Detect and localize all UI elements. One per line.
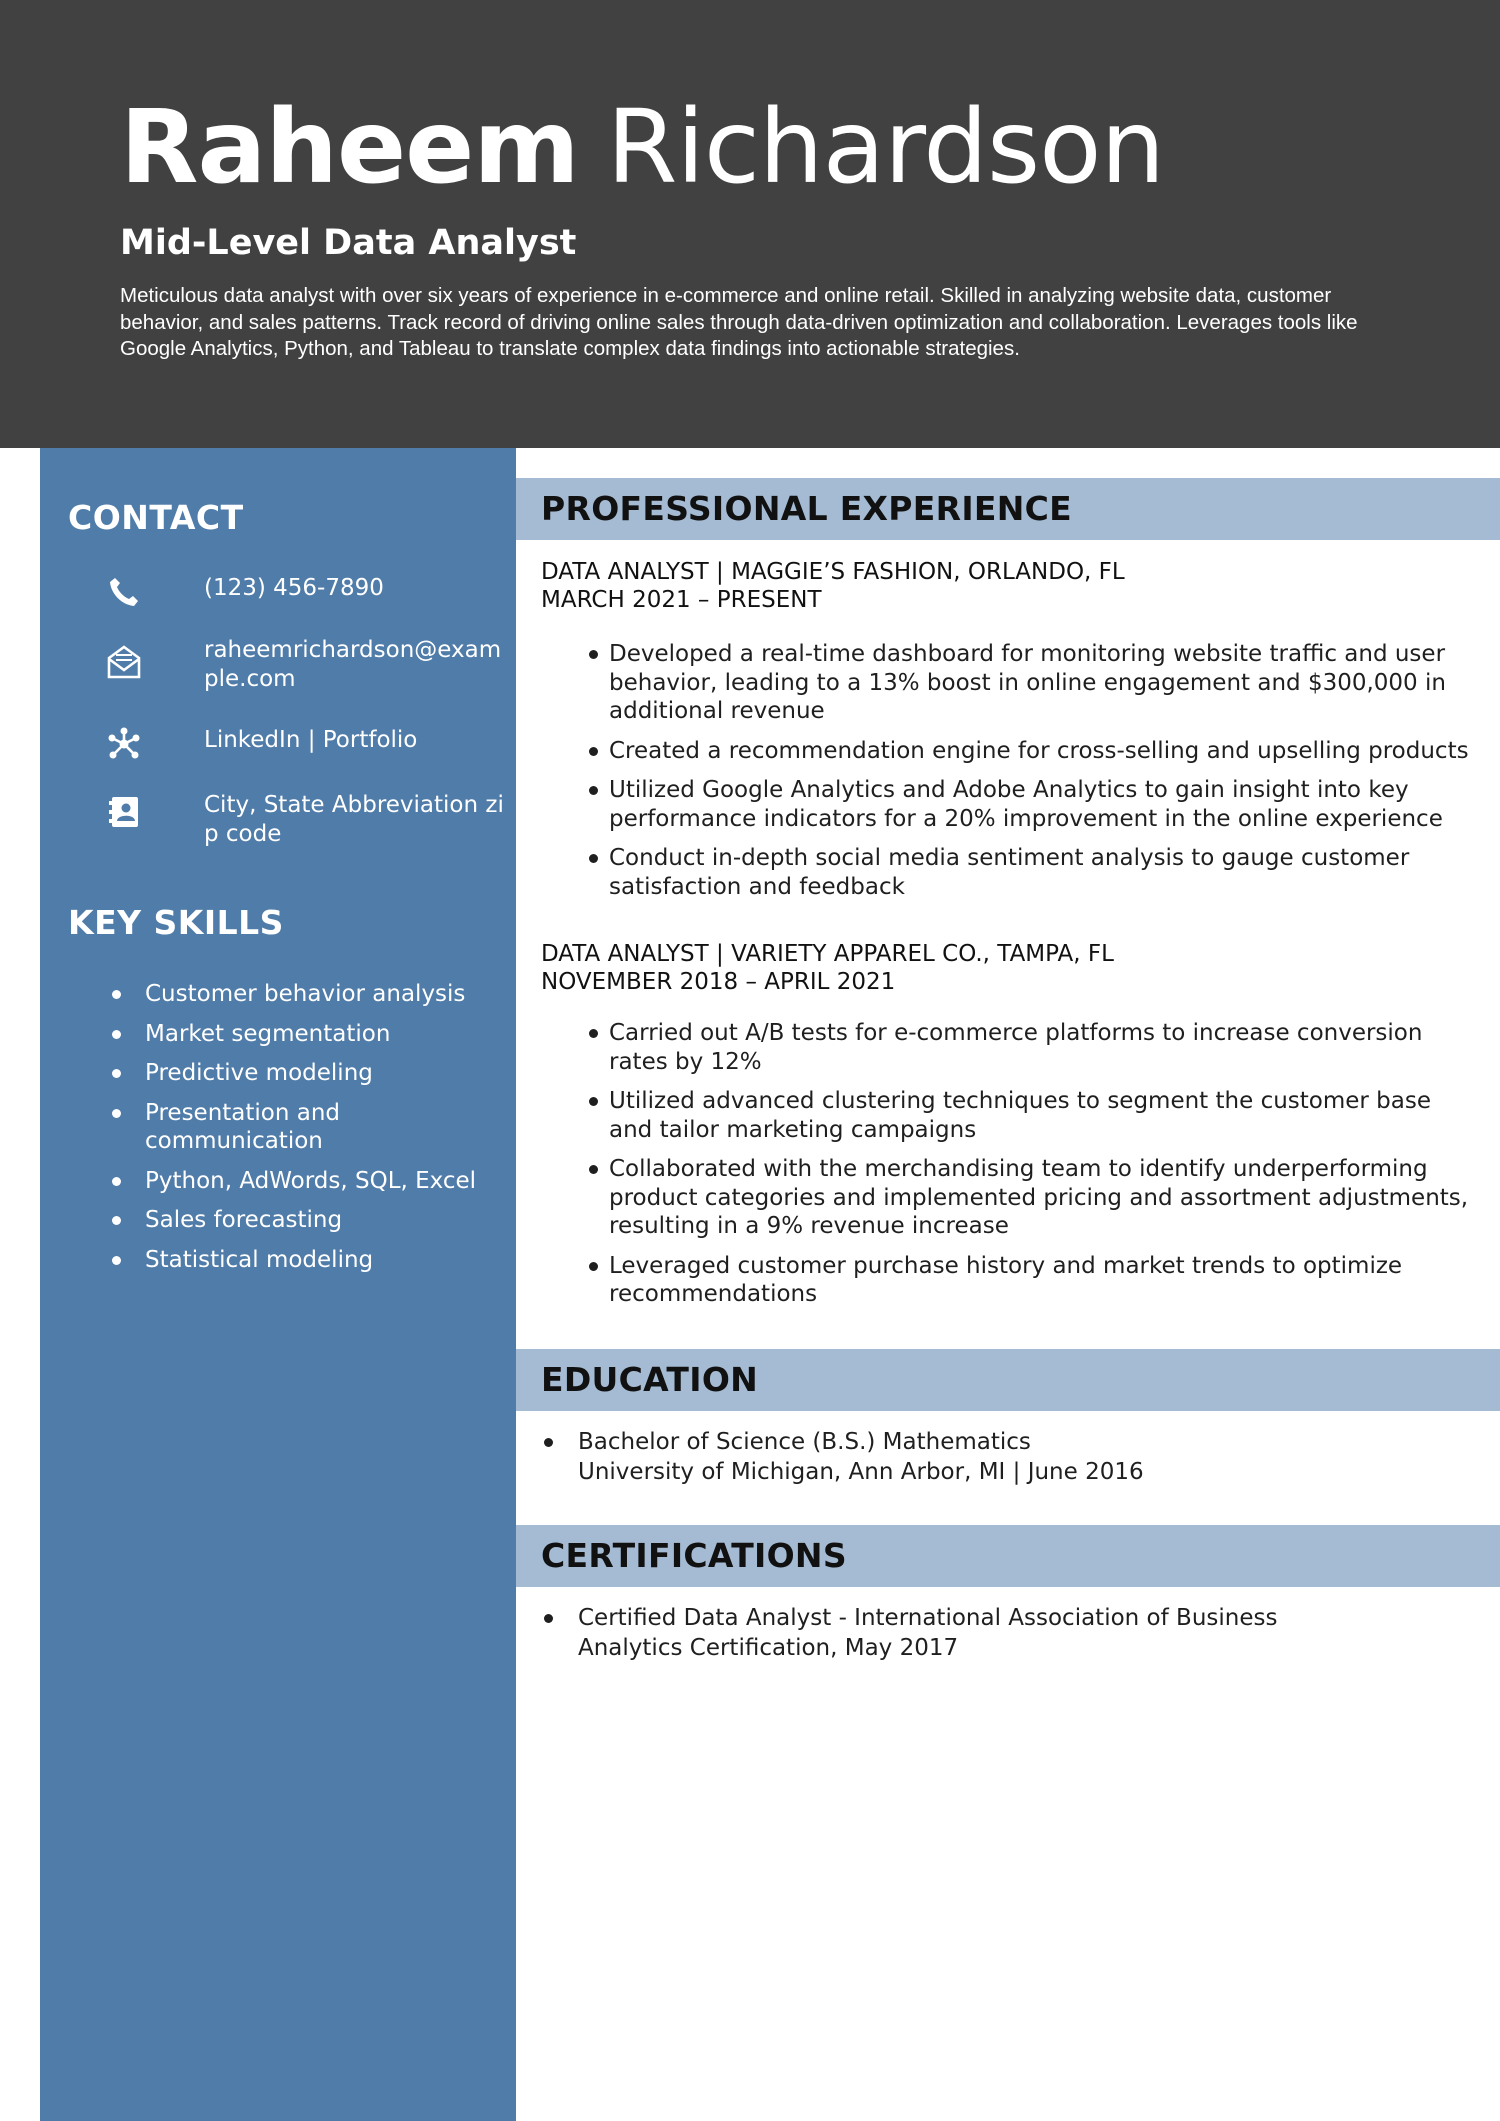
job-bullets: Carried out A/B tests for e-commerce pla… xyxy=(541,1019,1481,1320)
sidebar: CONTACT (123) 456-7890 raheemrichardson@… xyxy=(40,448,516,2121)
skill-item: Python, AdWords, SQL, Excel xyxy=(110,1167,490,1196)
professional-summary: Meticulous data analyst with over six ye… xyxy=(120,284,1358,360)
job-bullets: Developed a real-time dashboard for moni… xyxy=(541,640,1481,912)
job-bullet: Utilized advanced clustering techniques … xyxy=(541,1087,1481,1144)
job-bullet: Collaborated with the merchandising team… xyxy=(541,1155,1481,1241)
phone-number: (123) 456-7890 xyxy=(204,575,384,601)
skill-item: Sales forecasting xyxy=(110,1206,490,1235)
degree: Bachelor of Science (B.S.) Mathematics xyxy=(578,1429,1031,1455)
address-text: City, State Abbreviation zip code xyxy=(204,792,504,847)
job-bullet: Leveraged customer purchase history and … xyxy=(541,1252,1481,1309)
education-section-bar: EDUCATION xyxy=(516,1349,1500,1411)
job-title-company: DATA ANALYST | VARIETY APPAREL CO., TAMP… xyxy=(541,941,1114,967)
certifications-section-bar: CERTIFICATIONS xyxy=(516,1525,1500,1587)
job-bullet: Carried out A/B tests for e-commerce pla… xyxy=(541,1019,1481,1076)
skill-item: Presentation and communication xyxy=(110,1099,490,1156)
job-header: DATA ANALYST | MAGGIE’S FASHION, ORLANDO… xyxy=(541,558,1481,614)
job-bullet: Created a recommendation engine for cros… xyxy=(541,737,1481,766)
experience-section-bar: PROFESSIONAL EXPERIENCE xyxy=(516,478,1500,540)
skill-item: Market segmentation xyxy=(110,1020,490,1049)
envelope-icon xyxy=(107,645,141,679)
job-dates: MARCH 2021 – PRESENT xyxy=(541,587,822,613)
phone-icon xyxy=(110,578,138,606)
contact-heading: CONTACT xyxy=(68,498,244,537)
skills-list: Customer behavior analysis Market segmen… xyxy=(110,980,490,1285)
education-item: Bachelor of Science (B.S.) Mathematics U… xyxy=(541,1427,1481,1487)
job-bullet: Utilized Google Analytics and Adobe Anal… xyxy=(541,776,1481,833)
job-bullet: Developed a real-time dashboard for moni… xyxy=(541,640,1481,726)
school: University of Michigan, Ann Arbor, MI | … xyxy=(578,1459,1144,1485)
certifications-heading: CERTIFICATIONS xyxy=(541,1536,847,1575)
email-address[interactable]: raheemrichardson@example.com xyxy=(204,636,504,693)
skill-item: Statistical modeling xyxy=(110,1246,490,1275)
links-text[interactable]: LinkedIn | Portfolio xyxy=(204,726,504,755)
job-bullet: Conduct in-depth social media sentiment … xyxy=(541,844,1481,901)
certification-item: Certified Data Analyst - International A… xyxy=(541,1603,1341,1663)
main-content: PROFESSIONAL EXPERIENCE DATA ANALYST | M… xyxy=(516,448,1500,2121)
education-list: Bachelor of Science (B.S.) Mathematics U… xyxy=(541,1427,1481,1487)
skill-item: Predictive modeling xyxy=(110,1059,490,1088)
education-heading: EDUCATION xyxy=(541,1360,759,1399)
candidate-name: Raheem Richardson xyxy=(120,88,1166,208)
job-header: DATA ANALYST | VARIETY APPAREL CO., TAMP… xyxy=(541,940,1481,996)
job-title-company: DATA ANALYST | MAGGIE’S FASHION, ORLANDO… xyxy=(541,559,1125,585)
last-name: Richardson xyxy=(606,88,1166,207)
resume-header: Raheem Richardson Mid-Level Data Analyst … xyxy=(0,0,1500,448)
skill-item: Customer behavior analysis xyxy=(110,980,490,1009)
job-dates: NOVEMBER 2018 – APRIL 2021 xyxy=(541,969,896,995)
job-title: Mid-Level Data Analyst xyxy=(120,223,577,263)
key-skills-heading: KEY SKILLS xyxy=(68,903,284,942)
contact-card-icon xyxy=(109,797,138,827)
experience-heading: PROFESSIONAL EXPERIENCE xyxy=(541,489,1073,528)
certifications-list: Certified Data Analyst - International A… xyxy=(541,1603,1341,1663)
first-name: Raheem xyxy=(120,88,580,207)
network-icon xyxy=(108,727,140,759)
